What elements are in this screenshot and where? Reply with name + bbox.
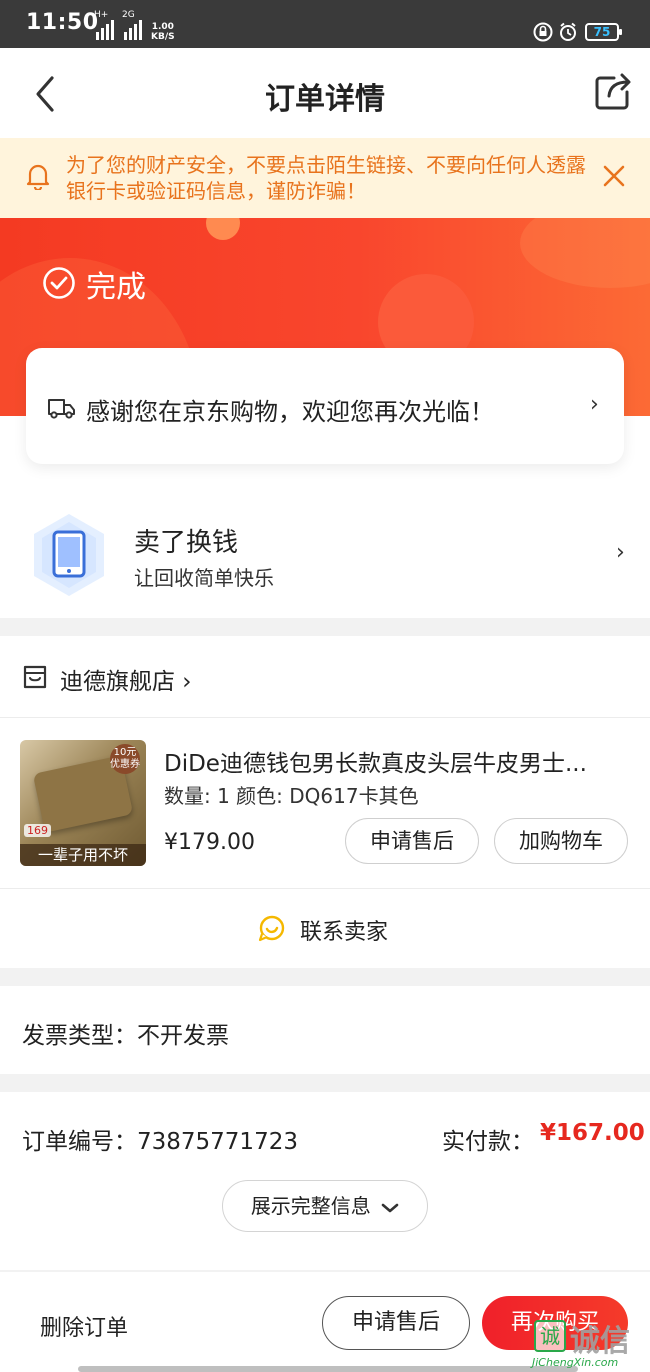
signal-icon-2: 2G [122, 10, 142, 40]
divider [0, 717, 650, 718]
trade-in-subtitle: 让回收简单快乐 [134, 566, 274, 590]
product-title[interactable]: DiDe迪德钱包男长款真皮头层牛皮男士... [164, 744, 614, 778]
share-icon[interactable] [592, 70, 634, 112]
signal-icon: H+ [94, 10, 114, 40]
chevron-right-icon: › [616, 540, 625, 565]
network-speed: 1.00 KB/S [151, 22, 175, 42]
product-spec: 数量: 1 颜色: DQ617卡其色 [164, 784, 419, 808]
delivery-truck-icon [48, 399, 75, 419]
watermark: 诚 诚信 JiChengXin.com [530, 1316, 650, 1372]
product-thumbnail[interactable]: 10元 优惠券 169 一辈子用不坏 [20, 740, 146, 866]
security-notice: 为了您的财产安全，不要点击陌生链接、不要向任何人透露银行卡或验证码信息，谨防诈骗… [0, 138, 650, 218]
chat-icon [258, 915, 285, 942]
paid-label: 实付款： [442, 1129, 534, 1155]
notice-text: 为了您的财产安全，不要点击陌生链接、不要向任何人透露银行卡或验证码信息，谨防诈骗… [66, 153, 586, 203]
alarm-icon [560, 22, 576, 41]
chevron-down-icon [381, 1203, 399, 1212]
status-bar: 11:50 H+ 2G 1.00 KB/S 75 [0, 0, 650, 48]
banner-decoration [206, 218, 240, 240]
watermark-name: 诚信 [570, 1324, 630, 1359]
invoice-section: 发票类型：不开发票 [0, 986, 650, 1074]
watermark-logo: 诚 [534, 1320, 566, 1352]
order-message: 感谢您在京东购物，欢迎您再次光临！ [86, 398, 494, 426]
speed-value: 1.00 [151, 22, 174, 32]
chevron-right-icon: › [590, 392, 599, 417]
store-icon [23, 665, 47, 689]
check-circle-icon [43, 267, 75, 299]
network-type-1: H+ [94, 10, 109, 20]
store-name-link[interactable]: 迪德旗舰店 › [60, 662, 192, 696]
product-price: ¥179.00 [164, 830, 255, 855]
chevron-right-icon: › [175, 669, 192, 695]
coupon-badge: 10元 优惠券 [110, 744, 140, 774]
status-time: 11:50 [26, 10, 99, 35]
product-after-sale-button[interactable]: 申请售后 [345, 818, 479, 864]
trade-in-title: 卖了换钱 [134, 528, 239, 558]
delete-order-button[interactable]: 删除订单 [40, 1310, 128, 1342]
divider [0, 888, 650, 889]
battery-icon: 75 [585, 23, 622, 41]
order-message-card[interactable]: 感谢您在京东购物，欢迎您再次光临！ › [26, 348, 624, 464]
invoice-type: 发票类型：不开发票 [22, 1023, 229, 1049]
thumb-price: 169 [24, 824, 51, 837]
banner-decoration [520, 218, 650, 288]
home-indicator [78, 1366, 578, 1372]
network-type-2: 2G [122, 10, 135, 20]
close-icon[interactable] [601, 163, 627, 189]
nav-bar: 订单详情 [0, 48, 650, 138]
order-info-section: 订单编号：73875771723 实付款： ¥167.00 展示完整信息 [0, 1092, 650, 1270]
store-name: 迪德旗舰店 [60, 669, 175, 695]
page-title: 订单详情 [265, 82, 385, 117]
paid-amount: ¥167.00 [540, 1120, 645, 1146]
show-full-info-button[interactable]: 展示完整信息 [222, 1180, 428, 1232]
show-full-info-label: 展示完整信息 [250, 1194, 371, 1218]
add-to-cart-button[interactable]: 加购物车 [494, 818, 628, 864]
order-status-label: 完成 [86, 270, 146, 305]
speed-unit: KB/S [151, 32, 175, 42]
tablet-icon [34, 514, 104, 596]
thumb-slogan: 一辈子用不坏 [20, 844, 146, 866]
contact-seller-button[interactable]: 联系卖家 [300, 914, 388, 946]
lock-rotation-icon [533, 22, 553, 42]
order-number: 订单编号：73875771723 [22, 1129, 298, 1155]
bell-icon [26, 164, 50, 190]
watermark-domain: JiChengXin.com [532, 1356, 619, 1369]
after-sale-button[interactable]: 申请售后 [322, 1296, 470, 1350]
